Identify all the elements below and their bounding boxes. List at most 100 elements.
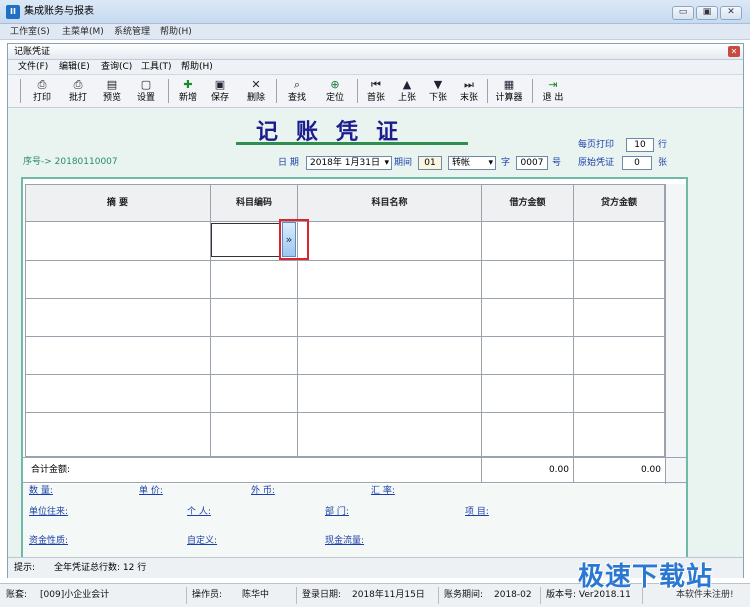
- cash-flow-link[interactable]: 现金流量:: [325, 535, 364, 547]
- foreign-currency-link[interactable]: 外 币:: [251, 485, 275, 497]
- exit-button[interactable]: ⇥ 退 出: [537, 77, 569, 107]
- save-button[interactable]: ▣ 保存: [204, 77, 236, 107]
- period-label: 期间: [394, 158, 413, 168]
- status-separator: [186, 587, 187, 604]
- main-title-bar: II 集成账务与报表 ▭ ▣ ✕: [0, 0, 750, 24]
- batch-print-label: 批打: [68, 93, 87, 103]
- total-row: 合计金额: 0.00 0.00: [23, 457, 686, 483]
- delete-button[interactable]: ✕ 删除: [240, 77, 272, 107]
- toolbar-separator: [276, 79, 277, 103]
- project-link[interactable]: 项 目:: [465, 506, 489, 518]
- watermark-logo: 极速下载站: [578, 562, 714, 592]
- previous-button[interactable]: ▲ 上张: [391, 77, 423, 107]
- add-button[interactable]: ✚ 新增: [172, 77, 204, 107]
- menu-file[interactable]: 文件(F): [18, 61, 48, 73]
- minimize-button[interactable]: ▭: [672, 6, 694, 20]
- person-link[interactable]: 个 人:: [187, 506, 211, 518]
- account-picker-button[interactable]: »: [282, 222, 296, 257]
- table-row: [25, 412, 665, 413]
- locate-icon: ⊕: [330, 78, 340, 91]
- delete-label: 删除: [246, 93, 265, 103]
- grid-col: [573, 458, 574, 483]
- exit-icon: ⇥: [548, 78, 558, 91]
- binoculars-icon: ⌕: [293, 78, 301, 91]
- operator-value: 陈华中: [242, 590, 270, 600]
- menu-query[interactable]: 查询(C): [101, 61, 132, 73]
- next-button[interactable]: ▼ 下张: [422, 77, 454, 107]
- toolbar-separator: [168, 79, 169, 103]
- grid-col: [481, 458, 482, 483]
- batch-print-icon: ⎙: [73, 78, 83, 91]
- fund-nature-link[interactable]: 资金性质:: [29, 535, 68, 547]
- app-title: 集成账务与报表: [24, 6, 94, 17]
- last-button[interactable]: ⏭ 末张: [453, 77, 485, 107]
- unit-account-link[interactable]: 单位往来:: [29, 506, 68, 518]
- menu-tools[interactable]: 工具(T): [141, 61, 172, 73]
- status-separator: [438, 587, 439, 604]
- menu-studio[interactable]: 工作室(S): [10, 26, 50, 38]
- per-page-label: 每页打印: [578, 140, 615, 150]
- credit-total: 0.00: [640, 465, 661, 475]
- quantity-link[interactable]: 数 量:: [29, 485, 53, 497]
- table-row: [25, 374, 665, 375]
- operator-label: 操作员:: [192, 590, 223, 600]
- last-label: 末张: [459, 93, 478, 103]
- menu-main[interactable]: 主菜单(M): [62, 26, 104, 38]
- batch-print-button[interactable]: ⎙ 批打: [62, 77, 94, 107]
- settings-icon: ▢: [140, 78, 152, 91]
- voucher-table: 摘 要 科目编码 科目名称 借方金额 贷方金额 » 合计金额: 0.00 0.0…: [21, 177, 688, 557]
- menu-help[interactable]: 帮助(H): [160, 26, 192, 38]
- settings-button[interactable]: ▢ 设置: [130, 77, 162, 107]
- original-voucher-label: 原始凭证: [578, 158, 615, 168]
- app-icon: II: [6, 5, 20, 19]
- serial-number: 序号-> 20180110007: [23, 157, 118, 167]
- locate-button[interactable]: ⊕ 定位: [319, 77, 351, 107]
- account-code-input[interactable]: [211, 223, 281, 257]
- menu-help-child[interactable]: 帮助(H): [181, 61, 213, 73]
- unit-price-link[interactable]: 单 价:: [139, 485, 163, 497]
- number-label: 字: [501, 158, 511, 168]
- title-underline: [236, 142, 468, 145]
- menu-edit[interactable]: 编辑(E): [59, 61, 90, 73]
- exchange-rate-link[interactable]: 汇 率:: [371, 485, 395, 497]
- voucher-number-input[interactable]: 0007: [516, 156, 548, 170]
- period-status-value: 2018-02: [494, 590, 532, 600]
- chevron-down-icon: ▾: [488, 158, 493, 168]
- table-scrollbar[interactable]: [665, 184, 686, 484]
- first-button[interactable]: ⏮ 首张: [360, 77, 392, 107]
- chevron-down-icon: ▾: [384, 158, 389, 168]
- previous-label: 上张: [397, 93, 416, 103]
- original-voucher-input[interactable]: 0: [622, 156, 652, 170]
- grid-col: [481, 184, 482, 457]
- print-button[interactable]: ⎙ 打印: [26, 77, 58, 107]
- preview-button[interactable]: ▤ 预览: [96, 77, 128, 107]
- calculator-button[interactable]: ▦ 计算器: [491, 77, 527, 107]
- table-row: [25, 336, 665, 337]
- voucher-window-title: 记账凭证: [14, 47, 51, 57]
- department-link[interactable]: 部 门:: [325, 506, 349, 518]
- print-label: 打印: [32, 93, 51, 103]
- date-picker[interactable]: 2018年 1月31日 ▾: [306, 156, 392, 170]
- total-label: 合计金额:: [31, 465, 71, 475]
- per-page-input[interactable]: 10: [626, 138, 654, 152]
- account-value: [009]小企业会计: [40, 590, 110, 600]
- close-button[interactable]: ✕: [720, 6, 742, 20]
- save-icon: ▣: [214, 78, 226, 91]
- maximize-button[interactable]: ▣: [696, 6, 718, 20]
- period-input[interactable]: 01: [418, 156, 442, 170]
- last-icon: ⏭: [464, 78, 474, 91]
- voucher-window: 记账凭证 ✕ 文件(F) 编辑(E) 查询(C) 工具(T) 帮助(H) ⎙ 打…: [7, 43, 744, 578]
- preview-icon: ▤: [106, 78, 118, 91]
- voucher-type-select[interactable]: 转帐 ▾: [448, 156, 496, 170]
- calculator-label: 计算器: [495, 93, 523, 103]
- grid-border: [25, 184, 665, 457]
- first-icon: ⏮: [371, 78, 381, 91]
- login-date-label: 登录日期:: [302, 590, 342, 600]
- original-voucher-unit: 张: [658, 158, 668, 168]
- login-date-value: 2018年11月15日: [352, 590, 425, 600]
- menu-system[interactable]: 系统管理: [114, 26, 150, 38]
- voucher-window-close-button[interactable]: ✕: [728, 46, 740, 57]
- find-button[interactable]: ⌕ 查找: [281, 77, 313, 107]
- custom-link[interactable]: 自定义:: [187, 535, 217, 547]
- debit-total: 0.00: [548, 465, 569, 475]
